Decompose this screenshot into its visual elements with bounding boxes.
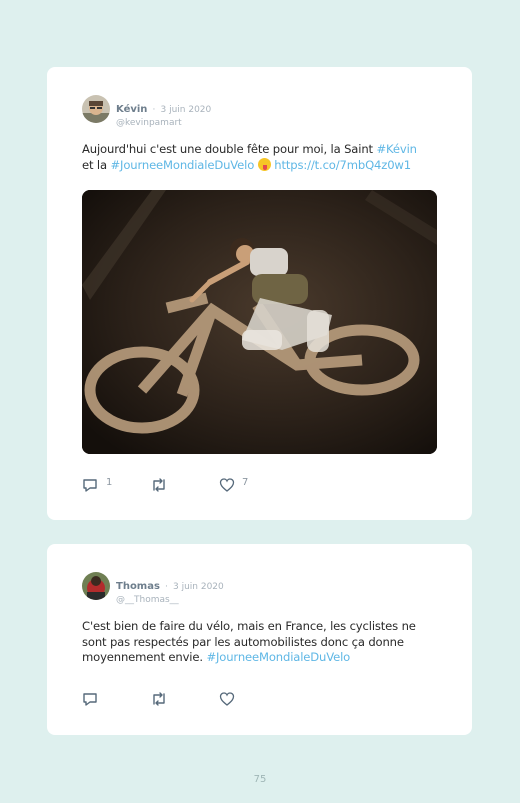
tweet-link[interactable]: https://t.co/7mbQ4z0w1 [274, 158, 411, 172]
hashtag-journee-mondiale-du-velo[interactable]: #JourneeMondialeDuVelo [206, 650, 350, 664]
avatar-kevin[interactable] [82, 95, 110, 123]
page-number: 75 [253, 774, 267, 785]
tweet-photo-bike-lane[interactable] [82, 190, 437, 454]
tweet-actions: 1 7 [82, 477, 282, 493]
author-name[interactable]: Thomas [116, 581, 160, 592]
retweet-icon[interactable] [150, 691, 168, 707]
reply-icon[interactable] [82, 691, 98, 707]
winking-face-with-tongue-icon [257, 157, 271, 171]
tweet-text-line: moyennement envie. [82, 650, 207, 664]
tweet-date[interactable]: 3 juin 2020 [173, 582, 224, 592]
hashtag-kevin[interactable]: #Kévin [376, 142, 417, 156]
hashtag-journee-mondiale-du-velo[interactable]: #JourneeMondialeDuVelo [110, 158, 254, 172]
author-handle[interactable]: @__Thomas__ [116, 595, 224, 605]
meta-separator: · [152, 105, 156, 115]
meta-separator: · [165, 582, 168, 592]
retweet-icon[interactable] [150, 477, 168, 493]
author-handle[interactable]: @kevinpamart [116, 118, 211, 128]
heart-icon[interactable] [219, 691, 235, 707]
like-count: 7 [242, 477, 249, 488]
tweet-text: C'est bien de faire du vélo, mais en Fra… [82, 619, 442, 666]
tweet-text-line: C'est bien de faire du vélo, mais en Fra… [82, 619, 416, 633]
avatar-thomas[interactable] [82, 572, 110, 600]
tweet-text: Aujourd'hui c'est une double fête pour m… [82, 142, 442, 173]
tweet-card-kevin: Kévin · 3 juin 2020 @kevinpamart Aujourd… [47, 67, 472, 520]
heart-icon[interactable] [219, 477, 235, 493]
tweet-text-line: sont pas respectés par les automobiliste… [82, 634, 404, 649]
reply-icon[interactable] [82, 477, 98, 493]
author-name[interactable]: Kévin [116, 104, 147, 115]
tweet-text-part: et la [82, 157, 111, 172]
tweet-card-thomas: Thomas · 3 juin 2020 @__Thomas__ C'est b… [47, 544, 472, 735]
tweet-actions [82, 691, 282, 707]
reply-count: 1 [106, 477, 113, 488]
tweet-text-part: Aujourd'hui c'est une double fête pour m… [82, 142, 377, 156]
tweet-date[interactable]: 3 juin 2020 [160, 105, 211, 115]
